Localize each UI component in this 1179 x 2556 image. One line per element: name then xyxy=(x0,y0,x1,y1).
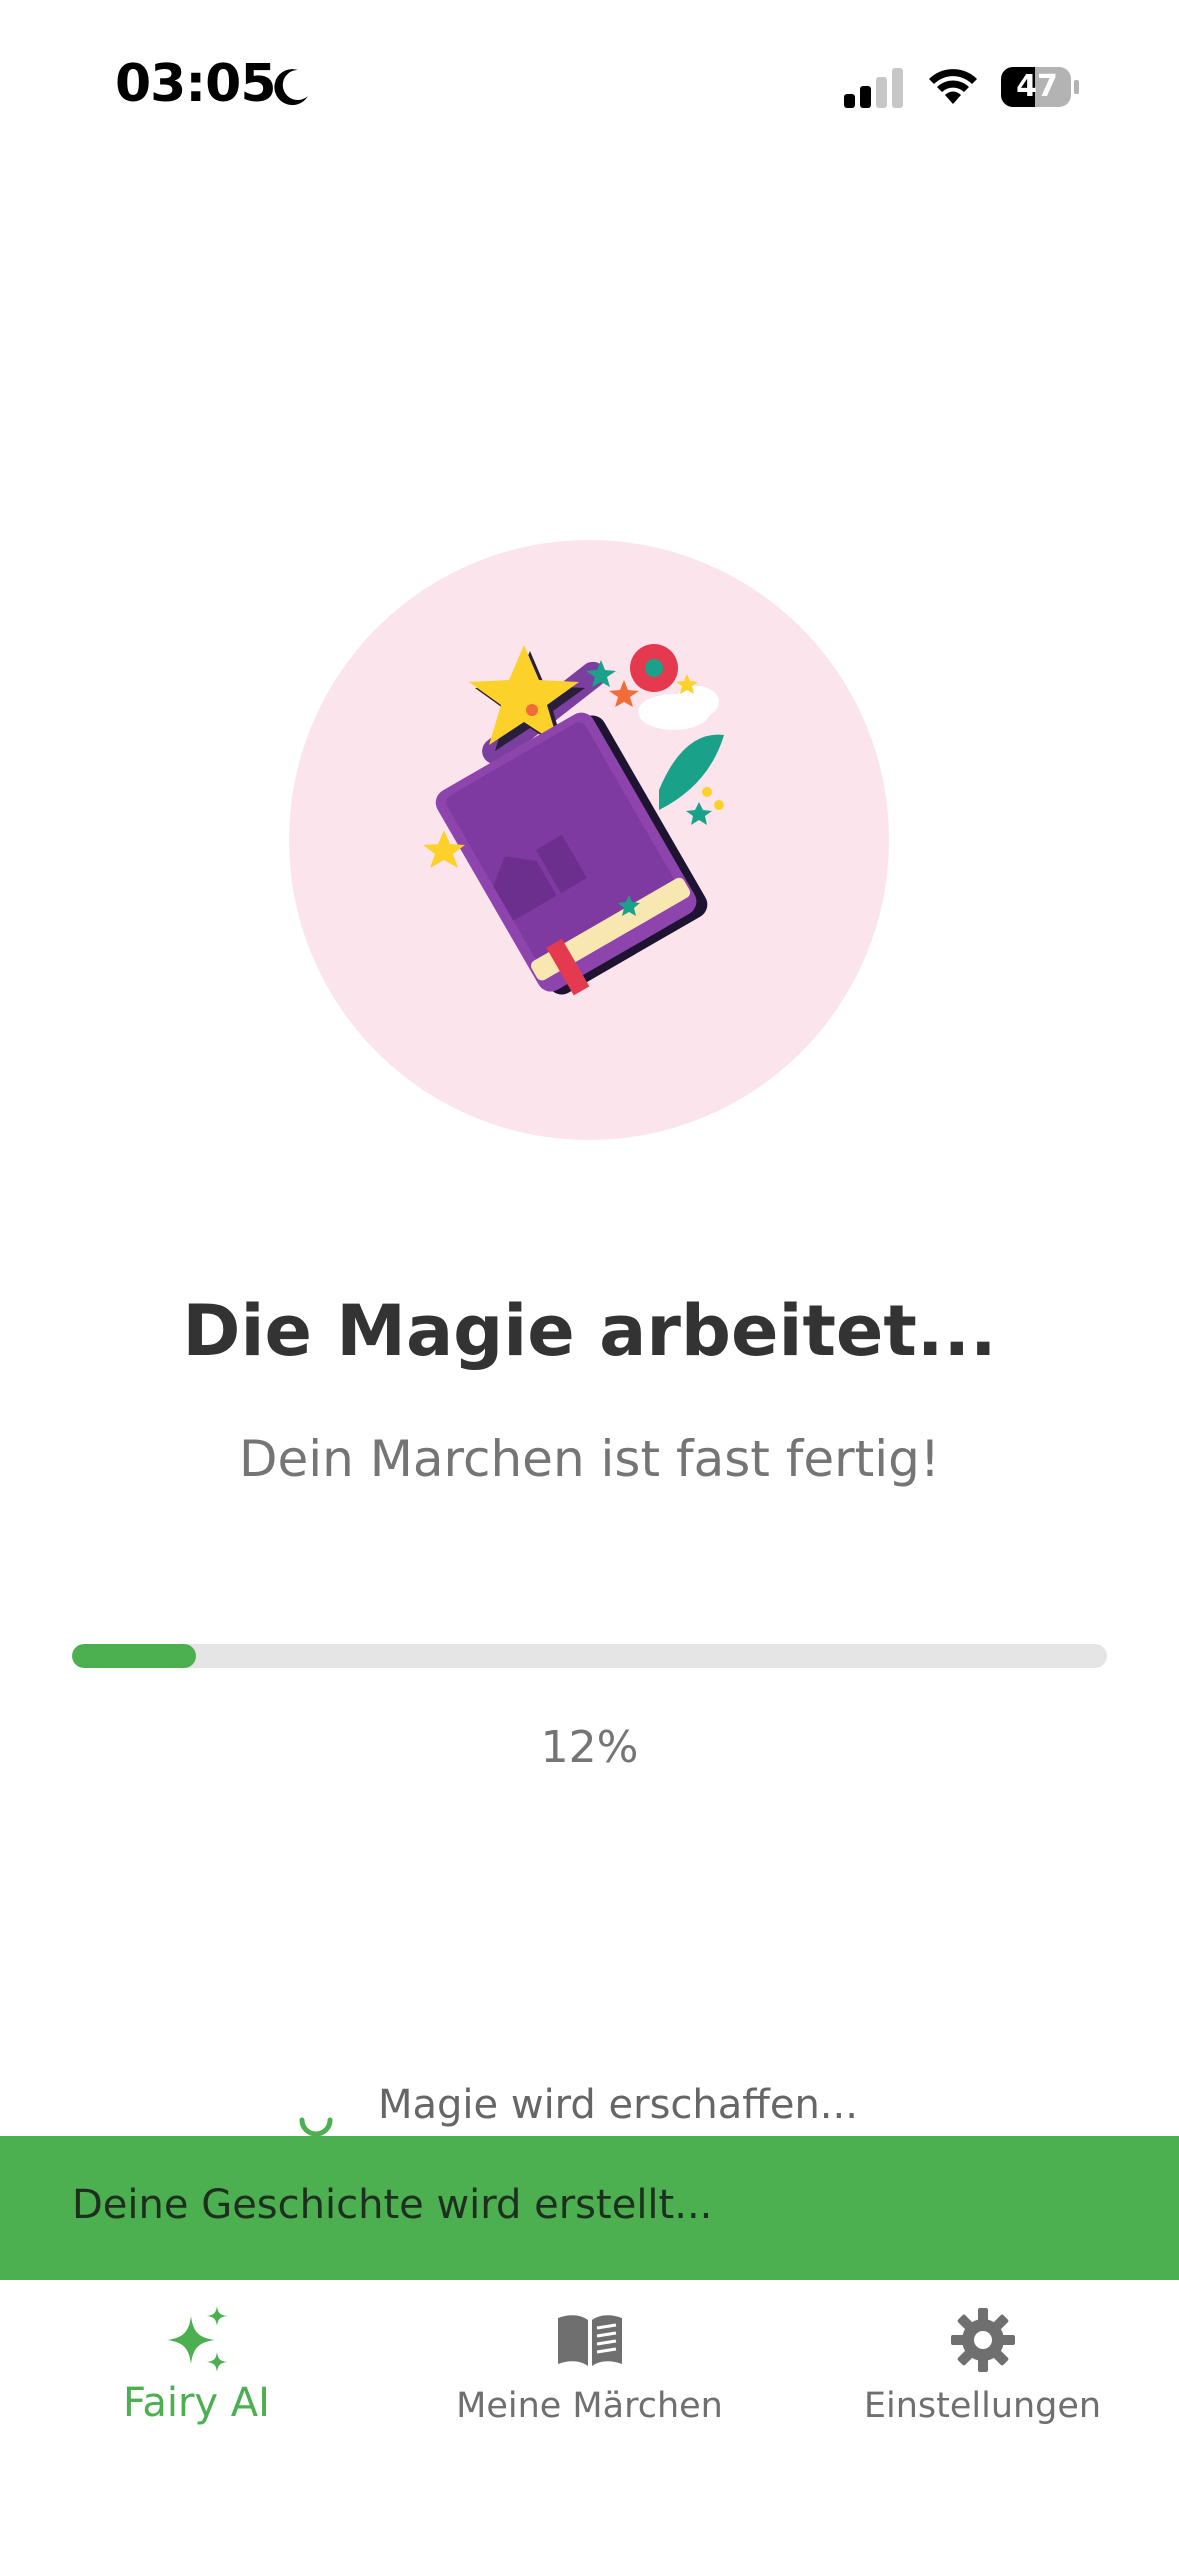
status-time: 03:05 xyxy=(115,54,277,114)
nav-label-einstellungen: Einstellungen xyxy=(863,2386,1102,2426)
page-title: Die Magie arbeitet... xyxy=(182,1290,997,1372)
sparkles-icon xyxy=(166,2306,227,2372)
bottom-navigation: Fairy AI Meine Märchen Einstellungen xyxy=(0,2280,1179,2556)
nav-label-meine-maerchen: Meine Märchen xyxy=(456,2386,723,2426)
wifi-icon xyxy=(929,69,977,104)
signal-icon xyxy=(844,68,903,108)
nav-label-fairy-ai: Fairy AI xyxy=(123,2380,270,2426)
snackbar: Deine Geschichte wird erstellt... xyxy=(0,2136,1179,2280)
loading-status-text: Magie wird erschaffen... xyxy=(378,2082,858,2128)
snackbar-message: Deine Geschichte wird erstellt... xyxy=(72,2182,713,2228)
progress-percentage: 12% xyxy=(540,1722,639,1773)
progress-bar xyxy=(72,1644,1107,1668)
battery-level: 47 xyxy=(1016,69,1058,104)
loading-spinner-icon xyxy=(299,2117,333,2137)
nav-item-meine-maerchen[interactable]: Meine Märchen xyxy=(393,2280,786,2480)
progress-fill xyxy=(72,1644,197,1668)
nav-item-fairy-ai[interactable]: Fairy AI xyxy=(0,2280,393,2480)
moon-icon xyxy=(274,69,308,106)
magic-book-wand-illustration xyxy=(289,540,889,1140)
screen: 03:05 47 Die Magie arbeitet... Dein Marc… xyxy=(0,0,1179,2556)
nav-item-einstellungen[interactable]: Einstellungen xyxy=(786,2280,1179,2480)
gear-icon xyxy=(950,2308,1015,2372)
page-subtitle: Dein Marchen ist fast fertig! xyxy=(239,1430,940,1488)
book-icon xyxy=(557,2315,622,2366)
